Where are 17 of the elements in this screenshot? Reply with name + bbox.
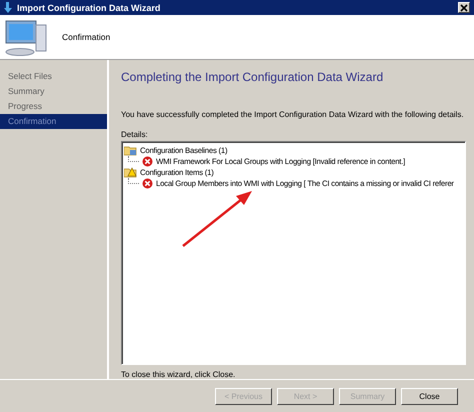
header-title: Confirmation	[62, 32, 110, 42]
close-hint: To close this wizard, click Close.	[121, 370, 236, 379]
window-title: Import Configuration Data Wizard	[17, 2, 162, 12]
page-title: Completing the Import Configuration Data Wizard	[121, 70, 384, 84]
folder-warning-icon	[124, 167, 137, 178]
wizard-button[interactable]: Close	[401, 388, 458, 404]
message-text: You have successfully completed the Import Configuration Data Wizard with the following details.	[121, 110, 465, 119]
step-item[interactable]: Confirmation	[0, 114, 107, 129]
step-item[interactable]: Select Files	[0, 69, 107, 84]
step-item[interactable]: Summary	[0, 84, 107, 99]
close-icon[interactable]	[458, 2, 470, 13]
arrow-icon	[4, 2, 13, 13]
error-icon	[142, 178, 153, 189]
folder-icon	[124, 145, 137, 156]
error-icon	[142, 156, 153, 167]
details-label: Details:	[121, 130, 149, 139]
step-item[interactable]: Progress	[0, 99, 107, 114]
